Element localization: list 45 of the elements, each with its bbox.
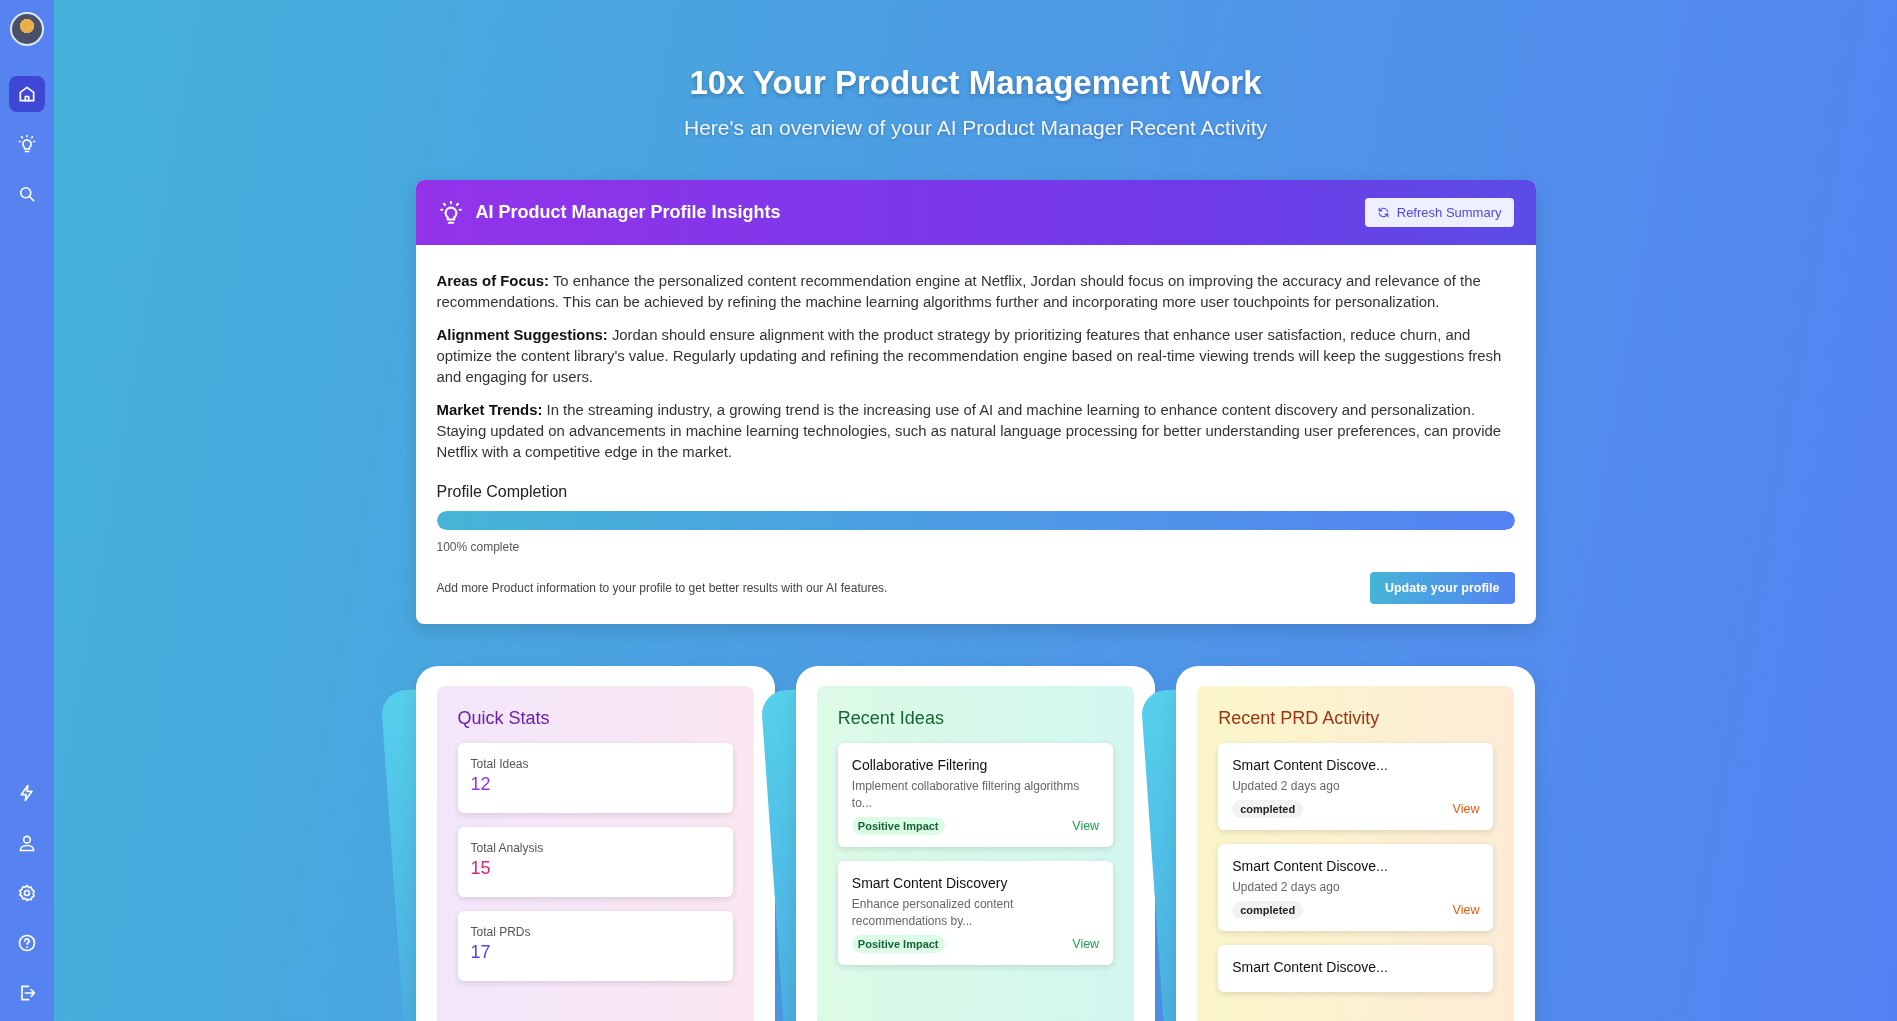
stat-value: 15 bbox=[470, 858, 492, 879]
insight-paragraph: Alignment Suggestions: Jordan should ensure alignment with the product strategy by prioritizing features that enhance user satisfaction, reduce churn, and optimize the content library's value. Regularly updating and refining the recommendation engine based on real-time viewing trends will keep the suggestions fresh and engaging for users. bbox=[436, 326, 1503, 387]
refresh-icon bbox=[1376, 206, 1390, 219]
prd-card[interactable]: Smart Content Discove... Updated 2 days ago completed View bbox=[1218, 844, 1494, 931]
prd-updated: Updated 2 days ago bbox=[1232, 879, 1341, 896]
stat-label: Total Analysis bbox=[470, 841, 545, 855]
progress-reading: 100% complete bbox=[436, 540, 521, 554]
panel-title: Quick Stats bbox=[457, 708, 551, 729]
prd-card[interactable]: Smart Content Discove... bbox=[1218, 945, 1494, 992]
idea-card[interactable]: Collaborative Filtering Implement collaborative filtering algorithms to... Positive Impact View bbox=[837, 743, 1114, 847]
status-tag: completed bbox=[1232, 901, 1304, 919]
impact-tag: Positive Impact bbox=[851, 817, 945, 835]
idea-title: Collaborative Filtering bbox=[851, 757, 989, 773]
view-link[interactable]: View bbox=[1452, 802, 1480, 816]
stat-label: Total PRDs bbox=[470, 925, 532, 939]
avatar[interactable] bbox=[10, 12, 44, 46]
prd-title: Smart Content Discove... bbox=[1232, 757, 1389, 773]
status-tag: completed bbox=[1232, 800, 1304, 818]
insight-paragraph: Areas of Focus: To enhance the personalized content recommendation engine at Netflix, Jordan should focus on improving the accuracy and relevance of the recommendations. This can be achieved by refining the machine learning algorithms further and incorporating more user touchpoints for personalization. bbox=[436, 272, 1482, 312]
view-link[interactable]: View bbox=[1452, 903, 1480, 917]
prd-title: Smart Content Discove... bbox=[1232, 858, 1389, 874]
profile-hint: Add more Product information to your profile to get better results with our AI features. bbox=[436, 581, 888, 595]
view-link[interactable]: View bbox=[1072, 937, 1100, 951]
page-title: 10x Your Product Management Work bbox=[689, 64, 1262, 102]
profile-completion-label: Profile Completion bbox=[436, 483, 569, 501]
prd-title: Smart Content Discove... bbox=[1232, 959, 1389, 975]
impact-tag: Positive Impact bbox=[851, 935, 945, 953]
refresh-summary-button[interactable]: Refresh Summary bbox=[1364, 198, 1514, 227]
insights-title: AI Product Manager Profile Insights bbox=[475, 202, 782, 223]
page-subtitle: Here's an overview of your AI Product Manager Recent Activity bbox=[684, 116, 1267, 140]
idea-description: Implement collaborative filtering algorithms to... bbox=[851, 778, 1081, 812]
idea-card[interactable]: Smart Content Discovery Enhance personalized content recommendations by... Positive Impact View bbox=[837, 861, 1114, 965]
prd-card[interactable]: Smart Content Discove... Updated 2 days ago completed View bbox=[1218, 743, 1494, 830]
idea-title: Smart Content Discovery bbox=[851, 875, 1009, 891]
prd-updated: Updated 2 days ago bbox=[1232, 778, 1341, 795]
home-nav-icon[interactable] bbox=[9, 76, 45, 112]
stat-label: Total Ideas bbox=[470, 757, 530, 771]
idea-description: Enhance personalized content recommendations by... bbox=[851, 896, 1015, 930]
lightbulb-icon bbox=[437, 199, 464, 226]
stat-value: 17 bbox=[470, 942, 492, 963]
panel-title: Recent PRD Activity bbox=[1218, 708, 1381, 729]
view-link[interactable]: View bbox=[1072, 819, 1100, 833]
stat-value: 12 bbox=[470, 774, 492, 795]
panel-title: Recent Ideas bbox=[837, 708, 945, 729]
insight-paragraph: Market Trends: In the streaming industry, a growing trend is the increasing use of AI and machine learning to enhance content discovery and personalization. Staying updated on advancements in machine learning technologies, such as natural language processing for better understanding user preferences, can provide Netflix with a competitive edge in the market. bbox=[436, 401, 1503, 462]
